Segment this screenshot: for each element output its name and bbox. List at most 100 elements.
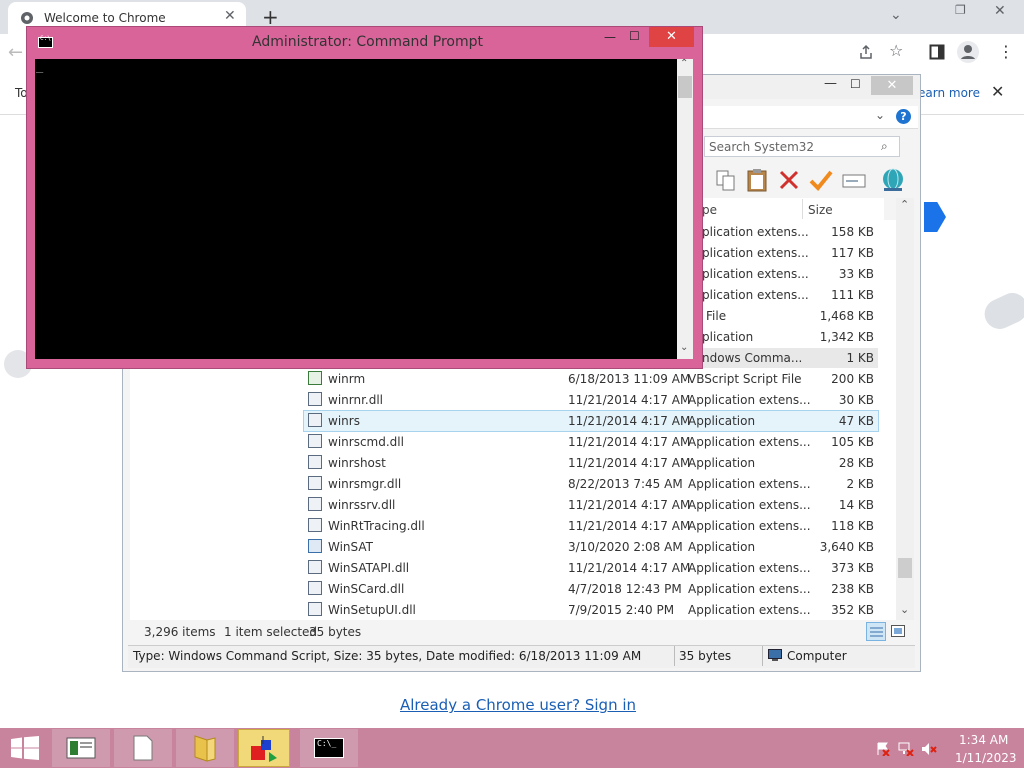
list-item-selected-cmd[interactable]: ndows Comma... 1 KB xyxy=(684,348,878,368)
side-panel-icon[interactable] xyxy=(929,44,945,60)
taskbar-item-server-manager[interactable] xyxy=(52,729,110,767)
chrome-restore-button[interactable]: ❐ xyxy=(955,3,966,17)
bookmark-star-icon[interactable]: ☆ xyxy=(889,41,903,60)
column-divider xyxy=(802,199,803,219)
list-item[interactable]: plication 1,342 KB xyxy=(684,327,878,347)
volume-muted-icon[interactable] xyxy=(921,742,937,756)
table-row[interactable]: WinSATAPI.dll 11/21/2014 4:17 AM Applicati… xyxy=(304,558,878,578)
table-row[interactable]: winrm 6/18/2013 11:09 AM VBScript Script F… xyxy=(304,369,878,389)
explorer-ribbon-row xyxy=(700,106,918,129)
taskbar-item-file-explorer[interactable] xyxy=(176,729,234,767)
table-row[interactable]: winrscmd.dll 11/21/2014 4:17 AM Applicatio… xyxy=(304,432,878,452)
explorer-close-button[interactable]: ✕ xyxy=(871,76,913,95)
explorer-scrollbar[interactable] xyxy=(896,198,914,620)
shapes-app-icon xyxy=(251,736,277,762)
folder-icon xyxy=(194,735,216,762)
table-row-selected[interactable]: winrs 11/21/2014 4:17 AM Application 47 KB xyxy=(303,410,879,432)
taskbar-item-active-app[interactable] xyxy=(238,729,290,767)
table-row[interactable]: WinSAT 3/10/2020 2:08 AM Application 3,640 … xyxy=(304,537,878,557)
start-button-windows-icon[interactable] xyxy=(11,736,39,760)
chrome-tab-title: Welcome to Chrome xyxy=(44,11,166,25)
sign-in-link[interactable]: Already a Chrome user? Sign in xyxy=(400,696,636,714)
rename-icon[interactable] xyxy=(842,172,866,190)
delete-icon[interactable] xyxy=(778,169,800,191)
table-row[interactable]: winrssrv.dll 11/21/2014 4:17 AM Applicatio… xyxy=(304,495,878,515)
list-item[interactable]: plication extens... 111 KB xyxy=(684,285,878,305)
chrome-close-button[interactable]: ✕ xyxy=(994,3,1006,19)
taskbar-clock-time[interactable]: 1:34 AM xyxy=(959,733,1008,747)
cmd-scrollbar-thumb[interactable] xyxy=(678,76,692,98)
cmd-minimize-button[interactable]: — xyxy=(604,30,616,44)
table-row[interactable]: winrsmgr.dll 8/22/2013 7:45 AM Application… xyxy=(304,474,878,494)
action-center-flag-icon[interactable] xyxy=(876,742,890,756)
search-placeholder: Search System32 xyxy=(709,140,815,154)
taskbar-item-notepad[interactable] xyxy=(114,729,172,767)
details-view-icon xyxy=(870,627,883,637)
details-view-button[interactable] xyxy=(866,622,886,641)
cmd-scrollbar[interactable] xyxy=(677,59,693,359)
details-bytes: 35 bytes xyxy=(679,649,732,663)
dll-file-icon xyxy=(308,497,322,511)
status-selected: 1 item selected xyxy=(224,625,318,639)
table-row[interactable]: winrnr.dll 11/21/2014 4:17 AM Application … xyxy=(304,390,878,410)
dll-file-icon xyxy=(308,434,322,448)
list-item[interactable]: plication extens... 158 KB xyxy=(684,222,878,242)
table-row[interactable]: WinSCard.dll 4/7/2018 12:43 PM Application… xyxy=(304,579,878,599)
cmd-maximize-button[interactable]: ☐ xyxy=(629,29,640,43)
table-row[interactable]: WinRtTracing.dll 11/21/2014 4:17 AM Applic… xyxy=(304,516,878,536)
list-item[interactable]: plication extens... 33 KB xyxy=(684,264,878,284)
scroll-down-arrow-icon[interactable]: ⌄ xyxy=(900,603,909,616)
share-icon[interactable] xyxy=(858,44,874,60)
cmd-cursor: _ xyxy=(36,59,44,73)
infobar-close-icon[interactable]: ✕ xyxy=(991,82,1004,101)
type-column-header[interactable]: pe xyxy=(702,203,717,217)
table-row[interactable]: winrshost 11/21/2014 4:17 AM Application 28… xyxy=(304,453,878,473)
server-manager-icon xyxy=(66,737,96,759)
close-tab-icon[interactable]: ✕ xyxy=(224,8,236,24)
list-item[interactable]: File 1,468 KB xyxy=(684,306,878,326)
dll-file-icon xyxy=(308,518,322,532)
cmd-console-area[interactable]: _ xyxy=(35,59,677,359)
infobar-learn-more-link[interactable]: earn more xyxy=(918,86,980,100)
computer-icon xyxy=(768,649,782,661)
winsat-app-icon xyxy=(308,539,322,553)
tab-search-chevron-icon[interactable]: ⌄ xyxy=(890,7,902,23)
table-row[interactable]: WinSetupUI.dll 7/9/2015 2:40 PM Applicatio… xyxy=(304,600,878,620)
help-icon[interactable]: ? xyxy=(896,109,911,124)
dll-file-icon xyxy=(308,560,322,574)
application-file-icon xyxy=(308,413,322,427)
list-item[interactable]: plication extens... 117 KB xyxy=(684,243,878,263)
command-prompt-icon: C:\_ xyxy=(314,738,344,758)
back-arrow-icon[interactable]: ← xyxy=(8,42,23,63)
taskbar-clock-date[interactable]: 1/11/2023 xyxy=(955,751,1017,765)
cmd-close-button[interactable]: ✕ xyxy=(649,27,694,47)
large-icons-view-icon[interactable] xyxy=(891,625,905,637)
explorer-maximize-button[interactable]: ☐ xyxy=(850,77,861,91)
vbscript-file-icon xyxy=(308,371,322,385)
search-icon: ⌕ xyxy=(881,139,888,153)
document-icon xyxy=(133,735,153,761)
chrome-tab-favicon-icon xyxy=(21,12,33,24)
dll-file-icon xyxy=(308,581,322,595)
chrome-menu-icon[interactable]: ⋮ xyxy=(998,42,1014,61)
gray-decoration-shape xyxy=(979,288,1024,334)
properties-globe-icon[interactable] xyxy=(880,167,906,193)
taskbar-item-command-prompt[interactable]: C:\_ xyxy=(300,729,358,767)
cmd-scroll-up-icon[interactable]: ⌃ xyxy=(680,58,688,69)
profile-avatar-icon[interactable] xyxy=(956,40,980,64)
scroll-up-arrow-icon[interactable]: ⌃ xyxy=(900,198,909,211)
cmd-scroll-down-icon[interactable]: ⌄ xyxy=(680,342,688,353)
checkmark-icon[interactable] xyxy=(809,169,833,191)
paste-icon[interactable] xyxy=(746,168,768,192)
explorer-scrollbar-thumb[interactable] xyxy=(898,558,912,578)
dll-file-icon xyxy=(308,602,322,616)
copy-icon[interactable] xyxy=(716,170,736,192)
size-column-header[interactable]: Size xyxy=(808,203,833,217)
explorer-minimize-button[interactable]: — xyxy=(824,76,837,91)
network-icon[interactable] xyxy=(898,742,914,756)
blue-decoration-shape xyxy=(924,202,946,232)
cmd-window-icon: C:\ xyxy=(38,35,53,48)
dll-file-icon xyxy=(308,476,322,490)
ribbon-expand-chevron-icon[interactable]: ⌄ xyxy=(875,108,885,122)
search-input[interactable]: Search System32 ⌕ xyxy=(704,136,900,157)
